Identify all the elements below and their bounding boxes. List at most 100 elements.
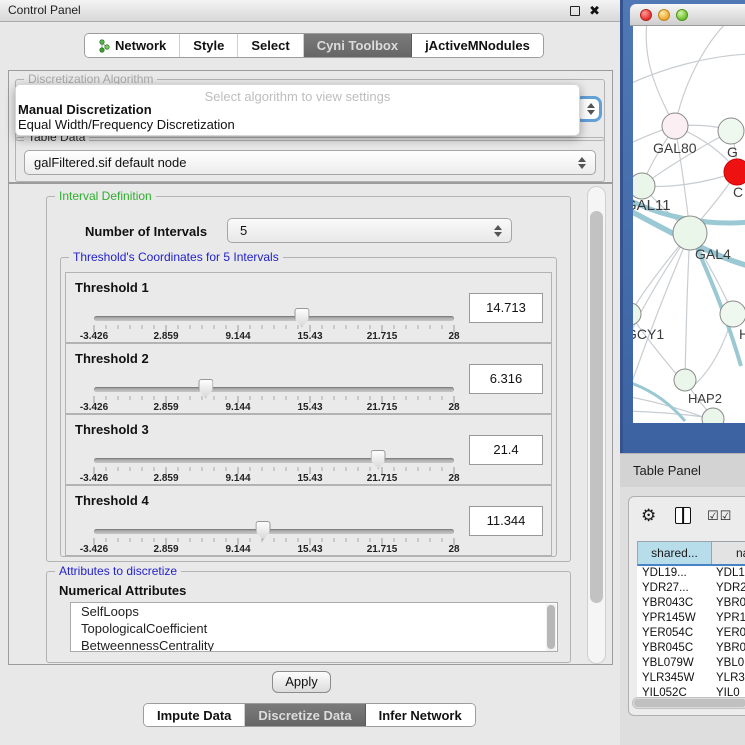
apply-button[interactable]: Apply: [272, 671, 331, 693]
attributes-scrollbar-thumb[interactable]: [547, 605, 555, 649]
attributes-scrollbar[interactable]: [546, 604, 556, 652]
attribute-list-item[interactable]: BetweennessCentrality: [71, 637, 557, 652]
tab-infer-network[interactable]: Infer Network: [366, 704, 475, 726]
attribute-list-item[interactable]: TopologicalCoefficient: [71, 620, 557, 637]
algorithm-option-manual[interactable]: Manual Discretization: [16, 102, 579, 117]
network-edge[interactable]: [646, 26, 675, 126]
close-icon[interactable]: ✖: [589, 1, 600, 21]
table-row[interactable]: YLR345WYLR3: [637, 671, 745, 686]
tick-mark: [430, 325, 431, 329]
tick-mark: [142, 467, 143, 471]
control-panel-titlebar[interactable]: Control Panel ✖: [0, 0, 620, 22]
network-node[interactable]: [673, 216, 707, 250]
tick-label: 2.859: [153, 331, 178, 342]
tick-mark: [154, 467, 155, 471]
network-canvas[interactable]: GAL80GCGAL11GAL4GCY1HHAP2: [633, 26, 745, 423]
network-edge[interactable]: [633, 411, 703, 417]
tab-select[interactable]: Select: [238, 34, 303, 57]
table-data-combobox[interactable]: galFiltered.sif default node: [24, 150, 596, 175]
tab-impute-data[interactable]: Impute Data: [144, 704, 245, 726]
combo-arrows-icon: [587, 103, 595, 115]
tick-mark: [226, 467, 227, 471]
network-node[interactable]: [674, 369, 696, 391]
network-node[interactable]: [720, 301, 745, 327]
network-node-label: G: [727, 144, 738, 160]
network-window-titlebar[interactable]: [630, 4, 745, 26]
network-edge[interactable]: [633, 314, 678, 376]
tick-mark: [118, 325, 119, 329]
column-header-name[interactable]: na: [712, 542, 745, 564]
column-layout-icon[interactable]: [675, 507, 691, 524]
tick-mark: [214, 538, 215, 542]
network-node[interactable]: [633, 173, 655, 199]
tick-label: 21.715: [367, 402, 398, 413]
tick-mark: [130, 396, 131, 400]
tick-mark: [274, 396, 275, 400]
threshold-slider[interactable]: [94, 316, 454, 321]
table-row[interactable]: YDR27...YDR2: [637, 581, 745, 596]
tick-mark: [226, 325, 227, 329]
network-edge[interactable]: [675, 26, 728, 126]
table-cell-name: YDL1: [711, 566, 745, 581]
close-traffic-light-icon[interactable]: [640, 9, 652, 21]
threshold-value-field[interactable]: 21.4: [469, 435, 543, 465]
tab-network[interactable]: Network: [85, 34, 180, 57]
panel-scrollbar[interactable]: [587, 186, 606, 664]
threshold-value-field[interactable]: 14.713: [469, 293, 543, 323]
table-row[interactable]: YDL19...YDL1: [637, 566, 745, 581]
network-node[interactable]: [724, 159, 745, 185]
table-row[interactable]: YBR043CYBR0: [637, 596, 745, 611]
gear-icon[interactable]: ⚙: [641, 506, 656, 526]
tick-mark: [418, 467, 419, 471]
table-cell-shared-name: YPR145W: [637, 611, 711, 626]
table-row[interactable]: YBL079WYBL0: [637, 656, 745, 671]
zoom-traffic-light-icon[interactable]: [676, 9, 688, 21]
table-row[interactable]: YER054CYER0: [637, 626, 745, 641]
attributes-group: Attributes to discretize Numerical Attri…: [46, 571, 571, 663]
tick-mark: [370, 396, 371, 400]
panel-scrollbar-thumb[interactable]: [590, 211, 603, 603]
threshold-value-field[interactable]: 6.316: [469, 364, 543, 394]
network-edge[interactable]: [685, 233, 690, 380]
threshold-label: Threshold 2: [75, 351, 149, 366]
tab-style[interactable]: Style: [180, 34, 238, 57]
algorithm-option-equal-width[interactable]: Equal Width/Frequency Discretization: [16, 117, 579, 132]
threshold-slider[interactable]: [94, 458, 454, 463]
table-cell-name: YER0: [711, 626, 745, 641]
table-cell-name: YDR2: [711, 581, 745, 596]
table-horizontal-scrollbar[interactable]: [632, 697, 745, 709]
network-node[interactable]: [633, 303, 641, 325]
tab-jactivemnodules[interactable]: jActiveMNodules: [412, 34, 543, 57]
number-of-intervals-spinner[interactable]: 5: [227, 218, 512, 243]
threshold-slider[interactable]: [94, 387, 454, 392]
tick-mark: [442, 396, 443, 400]
tick-mark: [358, 325, 359, 329]
tick-mark: [442, 538, 443, 542]
control-panel-window: Control Panel ✖ Network Style: [0, 0, 620, 745]
network-node[interactable]: [662, 113, 688, 139]
tick-mark: [190, 396, 191, 400]
float-window-icon[interactable]: [570, 6, 580, 16]
table-row[interactable]: YPR145WYPR1: [637, 611, 745, 626]
tab-discretize-data-label: Discretize Data: [258, 708, 351, 723]
tick-label: 28: [448, 473, 459, 484]
tick-mark: [358, 396, 359, 400]
table-panel-titlebar[interactable]: Table Panel: [620, 453, 745, 487]
threshold-value-field[interactable]: 11.344: [469, 506, 543, 536]
minimize-traffic-light-icon[interactable]: [658, 9, 670, 21]
algorithm-placeholder-option[interactable]: Select algorithm to view settings: [16, 85, 579, 102]
numerical-attributes-list[interactable]: SelfLoopsTopologicalCoefficientBetweenne…: [70, 602, 558, 652]
network-node[interactable]: [702, 408, 724, 423]
table-horizontal-scrollbar-thumb[interactable]: [634, 699, 745, 707]
tick-label: -3.426: [80, 402, 108, 413]
checkbox-icons[interactable]: ☑☑: [707, 508, 732, 524]
tab-cyni-toolbox[interactable]: Cyni Toolbox: [304, 34, 412, 57]
network-node[interactable]: [718, 118, 744, 144]
attribute-list-item[interactable]: SelfLoops: [71, 603, 557, 620]
table-row[interactable]: YBR045CYBR0: [637, 641, 745, 656]
network-edge[interactable]: [642, 172, 737, 186]
tick-mark: [130, 325, 131, 329]
column-header-shared[interactable]: shared...: [638, 542, 712, 564]
tab-discretize-data[interactable]: Discretize Data: [245, 704, 365, 726]
threshold-slider[interactable]: [94, 529, 454, 534]
